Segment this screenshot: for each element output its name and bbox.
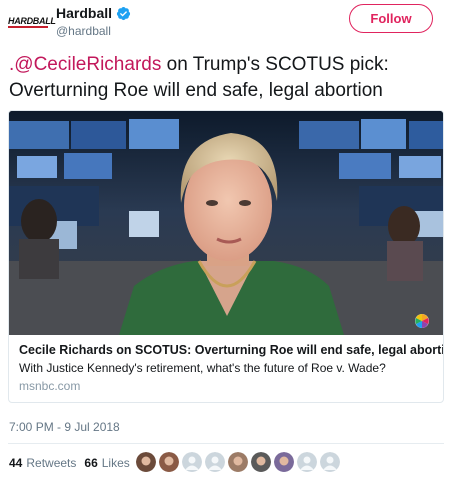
liker-avatar[interactable]: [274, 452, 294, 472]
link-card[interactable]: Cecile Richards on SCOTUS: Overturning R…: [8, 110, 444, 403]
likes-stat[interactable]: 66 Likes: [84, 456, 129, 470]
likes-count: 66: [84, 456, 98, 470]
verified-badge-icon: [116, 6, 131, 20]
divider: [8, 443, 444, 444]
retweets-count: 44: [9, 456, 23, 470]
liker-avatar[interactable]: [205, 452, 225, 472]
tweet-text: .@CecileRichards on Trump's SCOTUS pick:…: [9, 52, 447, 104]
mention-link[interactable]: .@CecileRichards: [9, 54, 161, 75]
card-image[interactable]: [9, 111, 443, 335]
account-handle[interactable]: @hardball: [56, 24, 131, 38]
newsroom-photo: [9, 111, 443, 335]
liker-avatar[interactable]: [228, 452, 248, 472]
account-names: Hardball @hardball: [56, 4, 131, 38]
display-name[interactable]: Hardball: [56, 5, 112, 21]
hardball-logo[interactable]: HARDBALL: [8, 9, 56, 33]
engagement-stats: 44 Retweets 66 Likes: [9, 455, 130, 471]
liker-avatar[interactable]: [182, 452, 202, 472]
liker-avatar[interactable]: [297, 452, 317, 472]
logo-underline: [8, 26, 48, 28]
card-domain: msnbc.com: [19, 379, 81, 393]
retweets-label: Retweets: [26, 456, 77, 470]
liker-avatar[interactable]: [159, 452, 179, 472]
liker-avatar[interactable]: [320, 452, 340, 472]
card-description: With Justice Kennedy's retirement, what'…: [19, 361, 386, 375]
liker-avatars: [136, 452, 343, 472]
retweets-stat[interactable]: 44 Retweets: [9, 456, 76, 470]
card-title[interactable]: Cecile Richards on SCOTUS: Overturning R…: [19, 342, 443, 358]
likes-label: Likes: [101, 456, 130, 470]
logo-text: HARDBALL: [8, 16, 56, 26]
liker-avatar[interactable]: [251, 452, 271, 472]
follow-button[interactable]: Follow: [349, 4, 433, 33]
tweet-header: HARDBALL Hardball @hardball Follow: [0, 0, 450, 45]
liker-avatar[interactable]: [136, 452, 156, 472]
tweet-timestamp[interactable]: 7:00 PM - 9 Jul 2018: [9, 420, 120, 434]
display-name-row: Hardball: [56, 4, 131, 22]
card-body: Cecile Richards on SCOTUS: Overturning R…: [19, 342, 443, 394]
